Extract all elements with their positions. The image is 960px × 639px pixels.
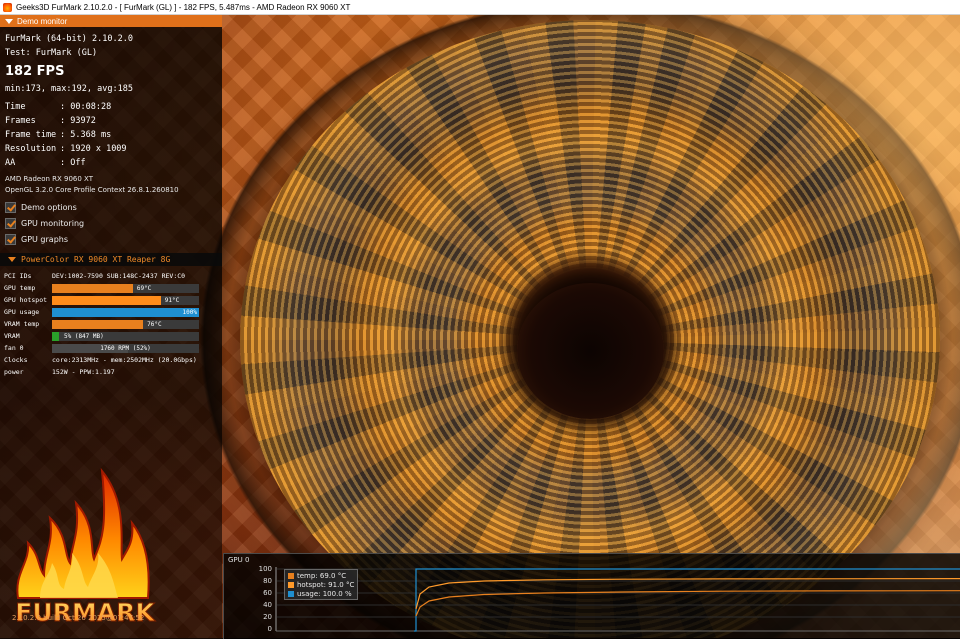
legend-label: hotspot: 91.0 °C — [297, 580, 355, 589]
legend-swatch — [288, 572, 294, 579]
stat-value: Off — [70, 158, 86, 168]
option-label: GPU monitoring — [21, 219, 85, 228]
monitor-key: PCI IDs — [4, 272, 32, 280]
monitor-key: GPU temp — [4, 284, 36, 292]
monitor-key: GPU hotspot — [4, 296, 48, 304]
monitor-bar-text: 91°C — [164, 297, 180, 304]
graph-legend: temp: 69.0 °C hotspot: 91.0 °C usage: 10… — [284, 569, 359, 600]
legend-item-temp: temp: 69.0 °C — [288, 571, 354, 580]
option-demo-options[interactable]: Demo options — [5, 202, 77, 213]
collapse-triangle-icon[interactable] — [8, 257, 16, 262]
build-info: 2.10.2.0 build Oct 26 2025@07:47:52 — [12, 614, 145, 622]
stat-value: 00:08:28 — [70, 102, 112, 112]
monitor-bar-text: 5% (847 MB) — [64, 333, 104, 340]
fps-minmax: min:173, max:192, avg:185 — [5, 84, 133, 94]
monitor-bar-track: 5% (847 MB) — [52, 332, 199, 341]
window-titlebar[interactable]: Geeks3D FurMark 2.10.2.0 - [ FurMark (GL… — [0, 0, 960, 15]
option-gpu-graphs[interactable]: GPU graphs — [5, 234, 68, 245]
legend-label: usage: 100.0 % — [297, 589, 352, 598]
monitor-bar-fill — [52, 284, 133, 293]
monitor-bar-text: 69°C — [136, 285, 152, 292]
monitor-bar-track: 76°C — [52, 320, 199, 329]
monitor-value: core:2313MHz - mem:2502MHz (20.0Gbps) — [52, 356, 197, 364]
gpu-name: AMD Radeon RX 9060 XT — [5, 175, 94, 183]
donut-center-hole — [517, 283, 664, 419]
monitor-row-gpu-usage: GPU usage 100% — [4, 307, 219, 317]
monitor-row-vram-temp: VRAM temp 76°C — [4, 319, 219, 329]
monitor-row-gpu-temp: GPU temp 69°C — [4, 283, 219, 293]
stat-time: Time: 00:08:28 — [5, 102, 112, 112]
checkbox-checked-icon[interactable] — [5, 202, 16, 213]
legend-item-usage: usage: 100.0 % — [288, 589, 354, 598]
demo-monitor-panel: Demo monitor FurMark (64-bit) 2.10.2.0 T… — [0, 15, 222, 638]
test-line: Test: FurMark (GL) — [5, 48, 98, 58]
monitor-row-vram: VRAM 5% (847 MB) — [4, 331, 219, 341]
monitor-key: GPU usage — [4, 308, 40, 316]
monitor-bar-track: 100% — [52, 308, 199, 317]
furmark-logo-text: FURMARK — [15, 598, 156, 627]
stat-key: Time — [5, 102, 26, 112]
monitor-row-gpu-hotspot: GPU hotspot 91°C — [4, 295, 219, 305]
monitor-bar-text: 100% — [182, 309, 197, 316]
monitor-value: DEV:1002-7590 SUB:148C-2437 REV:C0 — [52, 272, 186, 280]
gpu-monitor-header[interactable]: PowerColor RX 9060 XT Reaper 8G — [0, 253, 222, 266]
stat-resolution: Resolution: 1920 x 1009 — [5, 144, 127, 154]
gpu-board-name: PowerColor RX 9060 XT Reaper 8G — [21, 255, 171, 264]
window-title: Geeks3D FurMark 2.10.2.0 - [ FurMark (GL… — [16, 2, 351, 12]
option-gpu-monitoring[interactable]: GPU monitoring — [5, 218, 84, 229]
stat-frame-time: Frame time: 5.368 ms — [5, 130, 112, 140]
monitor-bar-fill — [52, 308, 199, 317]
temp-series-line — [415, 590, 960, 617]
monitor-bar-track: 91°C — [52, 296, 199, 305]
option-label: Demo options — [21, 203, 77, 212]
monitor-key: VRAM temp — [4, 320, 40, 328]
monitor-key: fan 0 — [4, 344, 24, 352]
option-label: GPU graphs — [21, 235, 69, 244]
monitor-row-pci: PCI IDs DEV:1002-7590 SUB:148C-2437 REV:… — [4, 271, 219, 281]
stat-key: AA — [5, 158, 16, 168]
monitor-bar-text: 76°C — [147, 321, 162, 328]
stat-key: Frames — [5, 116, 36, 126]
legend-label: temp: 69.0 °C — [297, 571, 347, 580]
stat-frames: Frames: 93972 — [5, 116, 96, 126]
checkbox-checked-icon[interactable] — [5, 234, 16, 245]
monitor-key: VRAM — [4, 332, 20, 340]
monitor-bar-fill — [52, 296, 161, 305]
monitor-value: 152W - PPW:1.197 — [52, 368, 115, 376]
checkbox-checked-icon[interactable] — [5, 218, 16, 229]
demo-monitor-header[interactable]: Demo monitor — [0, 15, 222, 27]
legend-swatch — [288, 590, 294, 597]
demo-monitor-title: Demo monitor — [17, 16, 68, 26]
monitor-bar-text: 1760 RPM (52%) — [100, 345, 151, 352]
opengl-context: OpenGL 3.2.0 Core Profile Context 26.8.1… — [5, 186, 179, 194]
furmark-logo: FURMARK — [15, 467, 157, 628]
monitor-bar-fill — [52, 332, 60, 341]
app-version-line: FurMark (64-bit) 2.10.2.0 — [5, 34, 133, 44]
monitor-key: power — [4, 368, 24, 376]
monitor-bar-track: 69°C — [52, 284, 199, 293]
stat-key: Resolution — [5, 144, 57, 154]
legend-item-hotspot: hotspot: 91.0 °C — [288, 580, 354, 589]
gpu-graph-panel: GPU 0 100 80 60 40 20 0 temp: 69.0 °C ho… — [223, 553, 960, 639]
collapse-triangle-icon[interactable] — [5, 18, 13, 24]
monitor-key: Clocks — [4, 356, 28, 364]
furmark-app-icon — [3, 2, 12, 12]
monitor-row-power: power 152W - PPW:1.197 — [4, 367, 219, 377]
monitor-bar-fill — [52, 320, 144, 329]
stat-value: 1920 x 1009 — [70, 144, 127, 154]
stat-aa: AA: Off — [5, 158, 86, 168]
stat-value: 5.368 ms — [70, 130, 112, 140]
monitor-row-clocks: Clocks core:2313MHz - mem:2502MHz (20.0G… — [4, 355, 219, 365]
monitor-row-fan-0: fan 0 1760 RPM (52%) — [4, 343, 219, 353]
stat-value: 93972 — [70, 116, 96, 126]
fps-readout: 182 FPS — [5, 64, 65, 79]
legend-swatch — [288, 581, 294, 588]
monitor-bar-track: 1760 RPM (52%) — [52, 344, 199, 353]
stat-key: Frame time — [5, 130, 57, 140]
